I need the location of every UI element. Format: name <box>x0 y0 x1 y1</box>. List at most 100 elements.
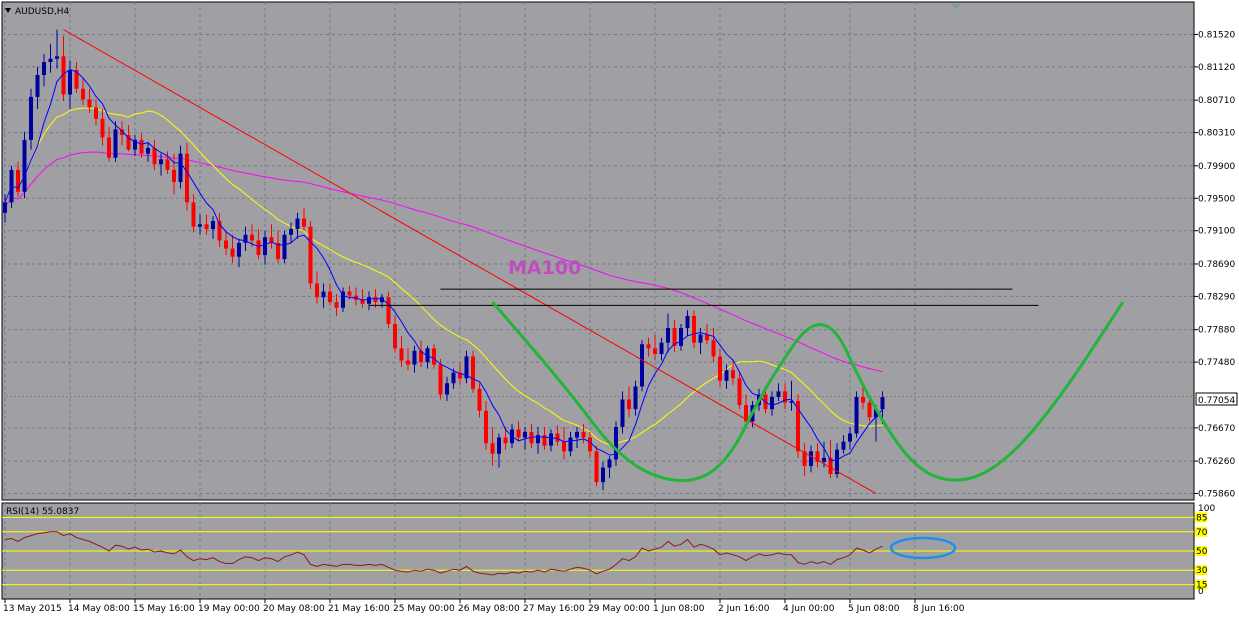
candle-body <box>692 315 696 343</box>
candle-body <box>81 88 85 100</box>
candle-body <box>776 391 781 397</box>
candle-body <box>3 202 7 213</box>
price-tick-label: 0.76670 <box>1198 424 1235 434</box>
candle-body <box>685 315 690 329</box>
time-axis: 13 May 2015 14 May 08:00 15 May 16:00 19 Ma… <box>3 599 965 614</box>
rsi-axis: 85705030151000 <box>1195 504 1215 597</box>
candle-body <box>152 147 157 165</box>
candle-body <box>289 229 293 235</box>
candle-body <box>562 441 566 452</box>
rsi-title: RSI(14) 55.0837 <box>6 507 79 517</box>
time-tick-label: 26 May 08:00 <box>458 604 520 614</box>
time-tick-label: 1 Jun 08:00 <box>653 604 705 614</box>
candle-body <box>737 378 742 406</box>
rsi-min-label: 0 <box>1198 587 1204 597</box>
candle-body <box>328 291 332 303</box>
candle-body <box>42 62 46 75</box>
candle-body <box>146 147 150 154</box>
candle-body <box>523 431 527 438</box>
price-tick-label: 0.79100 <box>1198 227 1235 237</box>
candle-body <box>432 348 436 365</box>
chart-canvas[interactable]: MA100 AUDUSD,H4 0.815200.811200.807100.8… <box>0 0 1239 618</box>
candle-body <box>627 399 631 410</box>
symbol-label: AUDUSD,H4 <box>15 7 70 17</box>
candle-body <box>880 396 885 410</box>
candle-body <box>87 99 92 108</box>
candle-body <box>666 328 670 343</box>
time-tick-label: 25 May 00:00 <box>393 604 455 614</box>
candle-body <box>549 433 553 446</box>
price-tick-label: 0.75860 <box>1198 490 1235 500</box>
time-tick-label: 2 Jun 16:00 <box>718 604 770 614</box>
candle-body <box>191 202 196 227</box>
candle-body <box>620 399 625 428</box>
candle-body <box>263 237 267 256</box>
candle-body <box>250 234 254 241</box>
price-panel[interactable]: MA100 AUDUSD,H4 <box>1 1 1195 501</box>
time-tick-label: 14 May 08:00 <box>68 604 130 614</box>
ma100-annotation: MA100 <box>508 257 581 279</box>
candle-body <box>22 139 27 192</box>
candle-body <box>256 240 261 256</box>
candle-body <box>718 356 722 381</box>
candle-body <box>321 291 326 298</box>
candle-body <box>159 159 163 165</box>
price-tick-label: 0.79900 <box>1198 162 1235 172</box>
candle-body <box>35 74 40 97</box>
candle-body <box>854 396 859 434</box>
time-tick-label: 21 May 16:00 <box>328 604 390 614</box>
candle-body <box>640 344 644 387</box>
candle-body <box>438 364 443 395</box>
candle-body <box>724 370 729 381</box>
candle-body <box>516 429 521 438</box>
candle-body <box>185 153 189 203</box>
candle-body <box>308 226 313 284</box>
candle-body <box>594 451 599 483</box>
candle-body <box>198 224 202 227</box>
candle-body <box>237 242 241 257</box>
candle-body <box>575 431 579 438</box>
price-tick-label: 0.80310 <box>1198 129 1235 139</box>
candle-body <box>334 302 339 308</box>
price-axis: 0.81520 0.81120 0.80710 0.80310 0.79900 0.795… <box>1194 30 1235 500</box>
candle-body <box>165 159 170 170</box>
candle-body <box>412 350 417 365</box>
candle-body <box>861 396 865 403</box>
candle-body <box>367 297 371 304</box>
time-tick-label: 19 May 00:00 <box>198 604 260 614</box>
candle-body <box>68 70 72 95</box>
candle-body <box>867 402 872 418</box>
time-tick-label: 27 May 16:00 <box>523 604 585 614</box>
candle-body <box>302 218 306 227</box>
candle-body <box>659 342 664 355</box>
candle-body <box>393 323 397 349</box>
candle-body <box>588 437 592 452</box>
candle-body <box>172 169 176 183</box>
price-tick-label: 0.79500 <box>1198 194 1235 204</box>
time-tick-label: 29 May 00:00 <box>588 604 650 614</box>
candle-body <box>113 129 118 158</box>
candle-body <box>633 386 638 410</box>
candle-body <box>55 56 59 59</box>
candle-body <box>224 240 228 249</box>
candle-body <box>711 340 716 357</box>
rsi-level-label: 85 <box>1196 513 1207 523</box>
candle-body <box>477 388 482 411</box>
candle-body <box>451 372 456 384</box>
rsi-level-label: 70 <box>1196 528 1208 538</box>
candle-body <box>848 433 852 442</box>
candle-body <box>282 234 287 260</box>
candle-body <box>497 437 501 454</box>
candle-body <box>809 451 813 466</box>
rsi-panel[interactable]: RSI(14) 55.0837 <box>1 502 1195 600</box>
price-tick-label: 0.80710 <box>1198 96 1235 106</box>
rsi-level-label: 50 <box>1196 547 1208 557</box>
candle-body <box>581 431 586 438</box>
time-tick-label: 13 May 2015 <box>3 604 62 614</box>
candle-body <box>555 433 560 442</box>
candle-body <box>211 220 215 230</box>
candle-body <box>204 224 209 230</box>
rsi-max-label: 100 <box>1198 504 1215 514</box>
candle-body <box>445 383 449 395</box>
candle-body <box>601 467 605 483</box>
